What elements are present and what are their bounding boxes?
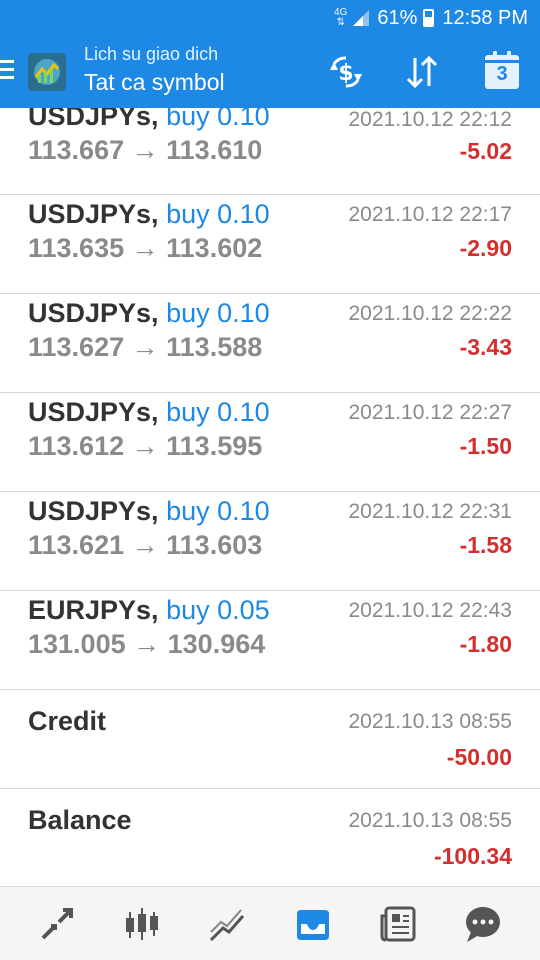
chart-icon <box>125 907 158 940</box>
arrow-icon: → <box>131 530 159 560</box>
trade-row[interactable]: USDJPYs, buy 0.10 113.635 → 113.602 2021… <box>0 195 540 294</box>
trade-direction: buy 0.10 <box>166 496 270 526</box>
nav-news[interactable] <box>370 896 426 952</box>
sort-icon[interactable] <box>400 52 444 92</box>
nav-trade[interactable] <box>29 896 85 952</box>
menu-icon[interactable] <box>0 60 14 82</box>
signal-icon <box>353 10 370 26</box>
trade-time: 2021.10.12 22:12 <box>348 108 513 131</box>
calendar-button[interactable]: 3 <box>480 51 524 92</box>
trade-time: 2021.10.12 22:22 <box>348 302 513 325</box>
operation-label: Credit <box>28 706 107 736</box>
trade-direction: buy 0.10 <box>166 108 270 131</box>
arrow-icon: → <box>131 233 159 263</box>
calendar-icon: 3 <box>485 51 519 89</box>
arrow-icon: → <box>133 629 161 659</box>
trade-profit: -1.80 <box>459 631 512 657</box>
nav-chart[interactable] <box>114 896 170 952</box>
app-bar: Lich su giao dich Tat ca symbol $ 3 <box>0 36 540 108</box>
trade-row[interactable]: EURJPYs, buy 0.05 131.005 → 130.964 2021… <box>0 591 540 690</box>
trade-direction: buy 0.10 <box>166 397 270 427</box>
arrow-icon: → <box>131 332 159 362</box>
operation-time: 2021.10.13 08:55 <box>348 710 513 733</box>
symbol: USDJPYs, <box>28 199 159 229</box>
svg-text:$: $ <box>338 61 353 86</box>
nav-quotes[interactable] <box>199 896 255 952</box>
title-block[interactable]: Lich su giao dich Tat ca symbol <box>84 42 225 98</box>
calendar-day: 3 <box>496 63 508 85</box>
app-logo[interactable] <box>28 53 66 91</box>
close-price: 113.595 <box>166 431 263 461</box>
trade-direction: buy 0.10 <box>166 199 270 229</box>
nav-history[interactable] <box>285 896 341 952</box>
battery-icon <box>423 9 435 27</box>
clock: 12:58 PM <box>442 6 528 29</box>
trade-direction: buy 0.10 <box>166 298 270 328</box>
trade-row[interactable]: USDJPYs, buy 0.10 113.621 → 113.603 2021… <box>0 492 540 591</box>
deposit-withdraw-icon[interactable]: $ <box>324 52 368 92</box>
symbol: USDJPYs, <box>28 496 159 526</box>
arrow-icon: → <box>131 135 159 165</box>
news-icon <box>380 906 416 941</box>
metatrader-logo-icon <box>34 59 60 85</box>
open-price: 113.612 <box>28 431 125 461</box>
network-type-icon: 4G ⇅ <box>334 7 348 28</box>
trade-row[interactable]: USDJPYs, buy 0.10 113.627 → 113.588 2021… <box>0 294 540 393</box>
nav-chat[interactable] <box>455 896 511 952</box>
chat-icon <box>466 906 501 942</box>
symbol: EURJPYs, <box>28 595 159 625</box>
quotes-icon <box>210 908 245 941</box>
close-price: 113.603 <box>166 530 263 560</box>
close-price: 113.610 <box>166 135 263 165</box>
operation-time: 2021.10.13 08:55 <box>348 809 513 832</box>
battery-percent: 61% <box>377 6 418 29</box>
trade-time: 2021.10.12 22:31 <box>348 500 513 523</box>
trade-time: 2021.10.12 22:43 <box>348 599 513 622</box>
trade-profit: -5.02 <box>459 138 512 164</box>
page-subtitle: Lich su giao dich <box>84 44 219 64</box>
symbol: USDJPYs, <box>28 298 159 328</box>
close-price: 130.964 <box>167 629 266 659</box>
open-price: 113.627 <box>28 332 125 362</box>
close-price: 113.602 <box>166 233 263 263</box>
operation-amount: -50.00 <box>446 744 512 770</box>
trade-profit: -1.58 <box>459 532 512 558</box>
operation-label: Balance <box>28 805 132 835</box>
arrow-icon: → <box>131 431 159 461</box>
history-icon <box>296 909 329 940</box>
operation-row-credit[interactable]: Credit 2021.10.13 08:55 -50.00 <box>0 690 540 789</box>
open-price: 113.667 <box>28 135 125 165</box>
symbol: USDJPYs, <box>28 397 159 427</box>
page-title: Tat ca symbol <box>84 69 225 95</box>
trade-profit: -3.43 <box>459 334 512 360</box>
open-price: 131.005 <box>28 629 126 659</box>
status-bar: 4G ⇅ 61% 12:58 PM <box>0 0 540 36</box>
trade-direction: buy 0.05 <box>166 595 270 625</box>
open-price: 113.621 <box>28 530 125 560</box>
bottom-navigation <box>0 886 540 960</box>
open-price: 113.635 <box>28 233 125 263</box>
close-price: 113.588 <box>166 332 263 362</box>
history-list[interactable]: USDJPYs, buy 0.10 113.667 → 113.610 2021… <box>0 108 540 886</box>
trade-profit: -1.50 <box>459 433 512 459</box>
trade-time: 2021.10.12 22:17 <box>348 203 513 226</box>
trade-profit: -2.90 <box>459 235 512 261</box>
trade-row[interactable]: USDJPYs, buy 0.10 113.612 → 113.595 2021… <box>0 393 540 492</box>
trade-row[interactable]: USDJPYs, buy 0.10 113.667 → 113.610 2021… <box>0 108 540 195</box>
trade-icon <box>41 907 73 939</box>
symbol: USDJPYs, <box>28 108 159 131</box>
trade-time: 2021.10.12 22:27 <box>348 401 513 424</box>
operation-amount: -100.34 <box>433 843 512 869</box>
operation-row-balance[interactable]: Balance 2021.10.13 08:55 -100.34 <box>0 789 540 886</box>
